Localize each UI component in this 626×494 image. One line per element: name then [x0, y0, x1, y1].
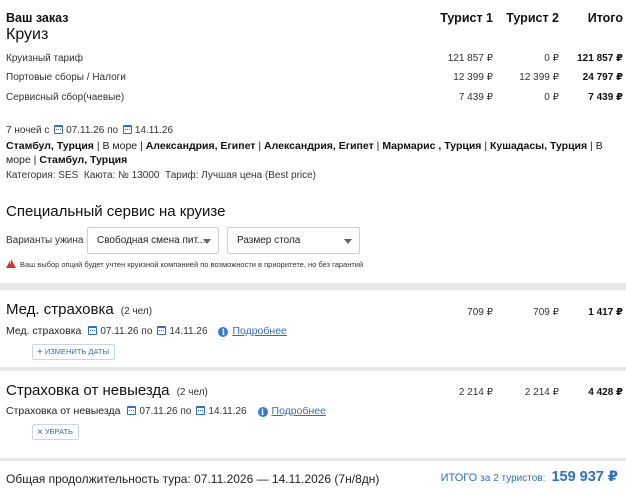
date-to: 14.11.26 — [208, 406, 247, 417]
route-stop: Мармарис , Турция — [382, 140, 482, 152]
cancel-value-total: 4 428 ₽ — [588, 387, 623, 398]
cancel-value-t1: 2 214 ₽ — [458, 387, 493, 398]
info-icon[interactable]: i — [257, 407, 268, 417]
route-stop: В море — [102, 140, 138, 152]
total-value: 159 937 ₽ — [551, 469, 618, 485]
med-insurance-title: Мед. страховка — [6, 301, 114, 318]
med-value-t2: 709 ₽ — [533, 307, 559, 318]
cabin-number: Каюта: № 13000 — [83, 170, 160, 181]
row-label-service-fee: Сервисный сбор(чаевые) — [6, 92, 125, 103]
med-value-t1: 709 ₽ — [467, 307, 493, 318]
table-size-select[interactable]: Размер стола — [227, 227, 360, 254]
med-insurance-card: Мед. страховка (2 чел) 709 ₽ 709 ₽ 1 417… — [0, 290, 626, 367]
options-warning: Ваш выбор опций будет учтен круизной ком… — [6, 259, 363, 269]
chevron-down-icon — [203, 239, 211, 244]
row-value-t1: 7 439 ₽ — [458, 92, 493, 103]
med-insurance-count: (2 чел) — [120, 306, 153, 317]
warning-text: Ваш выбор опций будет учтен круизной ком… — [20, 260, 364, 269]
row-label-port-fees: Портовые сборы / Налоги — [6, 72, 126, 83]
cancel-insurance-card: Страховка от невыезда (2 чел) 2 214 ₽ 2 … — [0, 371, 626, 458]
date-from: 07.11.26 — [139, 406, 178, 417]
change-dates-button[interactable]: + изменить даты — [32, 344, 116, 360]
calendar-icon — [88, 326, 98, 335]
med-insurance-details: Мед. страховка 07.11.26 по 14.11.26 i Под… — [6, 325, 287, 337]
total-footer: Общая продолжительность тура: 07.11.2026… — [0, 461, 626, 494]
dinner-select-value: Свободная смена пит... — [97, 235, 206, 246]
col-header-tourist1: Турист 1 — [440, 11, 493, 25]
calendar-icon — [54, 125, 64, 134]
tariff: Тариф: Лучшая цена (Best price) — [165, 170, 317, 181]
info-icon[interactable]: i — [218, 327, 229, 337]
nights-label: 7 ночей с — [6, 125, 50, 136]
route-stop: Стамбул, Турция — [39, 154, 128, 166]
remove-label: убрать — [44, 427, 73, 436]
med-insurance-header: Мед. страховка (2 чел) — [6, 301, 152, 318]
special-service-title: Специальный сервис на круизе — [6, 203, 226, 220]
cancel-more-link[interactable]: Подробнее — [272, 405, 326, 417]
close-icon: × — [37, 427, 43, 438]
route-stop: Александрия, Египет — [264, 140, 374, 152]
row-label-cruise-fare: Круизный тариф — [6, 53, 83, 64]
cancel-value-t2: 2 214 ₽ — [524, 387, 559, 398]
med-more-link[interactable]: Подробнее — [232, 325, 286, 337]
order-subtitle: Круиз — [6, 26, 49, 43]
date-to: 14.11.26 — [134, 125, 174, 136]
grand-total: ИТОГО за 2 туристов: 159 937 ₽ — [441, 469, 618, 485]
row-value-t1: 12 399 ₽ — [453, 72, 493, 83]
dinner-select[interactable]: Свободная смена пит... — [87, 227, 219, 254]
row-value-t2: 12 399 ₽ — [519, 72, 559, 83]
cancel-insurance-header: Страховка от невыезда (2 чел) — [6, 382, 208, 399]
calendar-icon — [122, 125, 132, 134]
date-separator: по — [180, 406, 192, 417]
med-value-total: 1 417 ₽ — [588, 307, 623, 318]
dinner-options-label: Варианты ужина — [6, 235, 84, 246]
cabin-category: Категория: SES — [6, 170, 79, 181]
plus-icon: + — [37, 347, 43, 358]
date-from: 07.11.26 — [66, 125, 105, 136]
col-header-tourist2: Турист 2 — [506, 11, 559, 25]
row-value-t1: 121 857 ₽ — [447, 53, 493, 64]
cancel-insurance-count: (2 чел) — [176, 387, 208, 398]
date-from: 07.11.26 — [100, 326, 139, 337]
date-separator: по — [107, 125, 119, 136]
row-value-t2: 0 ₽ — [544, 53, 559, 64]
cruise-route: Стамбул, Турция | В море | Александрия, … — [6, 140, 603, 166]
remove-button[interactable]: × убрать — [32, 424, 79, 440]
total-label-tourists: за 2 туристов: — [480, 473, 546, 484]
total-label: ИТОГО — [440, 472, 478, 484]
calendar-icon — [157, 326, 167, 335]
change-dates-label: изменить даты — [44, 347, 110, 356]
row-value-total: 121 857 ₽ — [577, 53, 623, 64]
cabin-info: Категория: SES Каюта: № 13000 Тариф: Луч… — [6, 170, 316, 181]
table-size-select-value: Размер стола — [237, 235, 301, 246]
row-value-total: 24 797 ₽ — [582, 72, 623, 83]
cancel-insurance-details: Страховка от невыезда 07.11.26 по 14.11.… — [6, 405, 326, 417]
tour-duration: Общая продолжительность тура: 07.11.2026… — [6, 472, 380, 486]
order-card: Ваш заказ Круиз Турист 1 Турист 2 Итого … — [0, 0, 626, 283]
calendar-icon — [196, 406, 206, 415]
warning-icon — [6, 259, 16, 268]
row-value-total: 7 439 ₽ — [588, 92, 623, 103]
med-insurance-label: Мед. страховка — [6, 325, 82, 337]
route-stop: Кушадасы, Турция — [489, 140, 588, 152]
date-to: 14.11.26 — [169, 326, 208, 337]
calendar-icon — [127, 406, 137, 415]
order-title: Ваш заказ — [6, 11, 69, 25]
cancel-insurance-label: Страховка от невыезда — [6, 405, 121, 417]
route-stop: Александрия, Египет — [145, 140, 256, 152]
route-stop: Стамбул, Турция — [6, 140, 94, 152]
cancel-insurance-title: Страховка от невыезда — [6, 382, 170, 399]
date-separator: по — [141, 326, 153, 337]
col-header-total: Итого — [587, 11, 623, 25]
chevron-down-icon — [344, 239, 352, 244]
cruise-dates: 7 ночей с 07.11.26 по 14.11.26 — [6, 125, 173, 136]
row-value-t2: 0 ₽ — [544, 92, 559, 103]
